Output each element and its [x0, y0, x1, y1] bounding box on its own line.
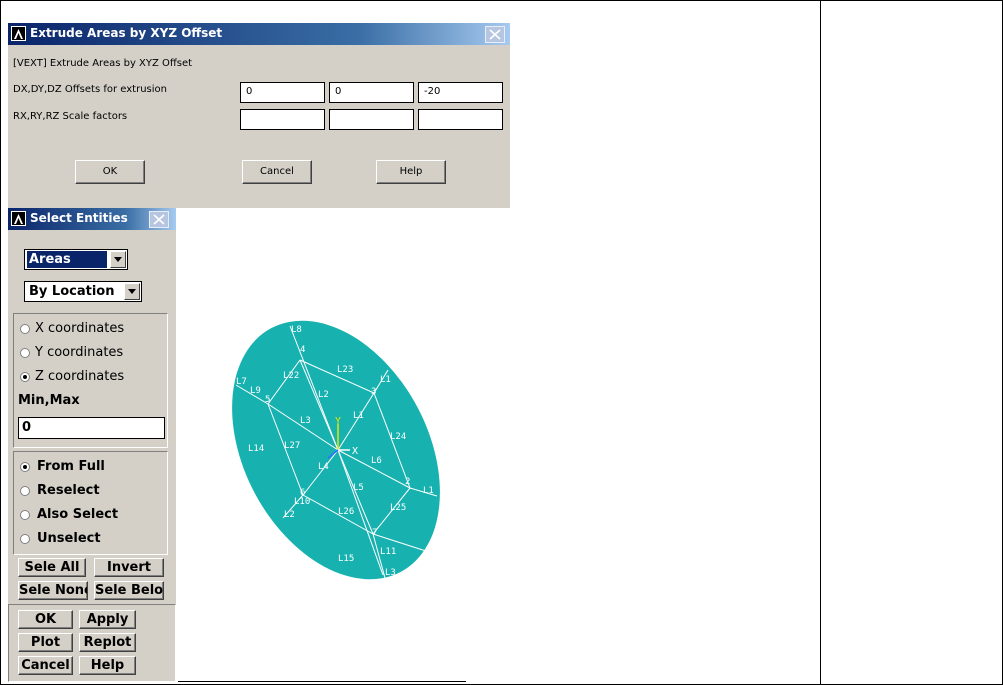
extruded-area-model[interactable]: [190, 285, 476, 615]
line-label: L22: [283, 371, 299, 381]
close-icon[interactable]: [149, 211, 169, 228]
dx-offset-field[interactable]: 0: [240, 82, 325, 103]
line-label: L11: [380, 547, 396, 557]
line-label: L6: [371, 456, 382, 466]
line-label: L15: [338, 554, 354, 564]
minmax-input[interactable]: 0: [18, 417, 165, 439]
line-label: 4: [300, 345, 305, 355]
y-coordinates-radio[interactable]: [20, 348, 30, 358]
extrude-dialog: Extrude Areas by XYZ Offset [VEXT] Extru…: [8, 23, 510, 208]
extrude-dialog-title: Extrude Areas by XYZ Offset: [30, 26, 223, 40]
line-label: 5: [265, 395, 270, 405]
graphics-bottom-rule: [178, 681, 466, 682]
also-select-radio[interactable]: [20, 510, 30, 520]
line-label: 7: [372, 528, 377, 538]
entity-type-value: Areas: [27, 251, 107, 268]
plot-button[interactable]: Plot: [18, 633, 73, 652]
line-label: L14: [248, 444, 264, 454]
line-label: L23: [337, 365, 353, 375]
y-coordinates-label[interactable]: Y coordinates: [35, 345, 123, 360]
chevron-down-icon[interactable]: [124, 283, 140, 300]
dz-offset-field[interactable]: -20: [418, 82, 503, 103]
line-label: L3: [300, 416, 311, 426]
rx-scale-field[interactable]: [240, 109, 325, 130]
line-label: L9: [250, 386, 261, 396]
line-label: L7: [236, 377, 247, 387]
frame-left-border: [0, 0, 1, 685]
select-entities-title: Select Entities: [30, 211, 128, 225]
line-label: 1: [425, 546, 430, 556]
ok-button[interactable]: OK: [18, 610, 73, 629]
extrude-dialog-titlebar[interactable]: Extrude Areas by XYZ Offset: [8, 23, 510, 45]
sele-none-button[interactable]: Sele None: [18, 581, 88, 600]
reselect-label[interactable]: Reselect: [37, 483, 100, 498]
line-label: L25: [390, 503, 406, 513]
help-button[interactable]: Help: [376, 160, 446, 184]
graphics-viewport: Y X L3 L84L22L23L1L95 L2 3L7L3 L1L24L14 L27L4…: [190, 285, 476, 615]
triad-x-label: X: [352, 446, 358, 457]
unselect-radio[interactable]: [20, 534, 30, 544]
line-label: L24: [390, 432, 406, 442]
line-label: L8: [291, 325, 302, 335]
line-label: L26: [338, 507, 354, 517]
dy-offset-field[interactable]: 0: [329, 82, 414, 103]
reselect-radio[interactable]: [20, 486, 30, 496]
line-label: 3: [371, 387, 376, 397]
minmax-label: Min,Max: [18, 393, 80, 408]
line-label: L1: [380, 375, 391, 385]
select-entities-titlebar[interactable]: Select Entities: [8, 208, 176, 230]
scale-label: RX,RY,RZ Scale factors: [13, 111, 128, 122]
select-entities-panel: Select Entities Areas By Location X coor…: [8, 208, 176, 682]
line-label: L5: [353, 483, 364, 493]
apply-button[interactable]: Apply: [79, 610, 136, 629]
rz-scale-field[interactable]: [418, 109, 503, 130]
x-coordinates-radio[interactable]: [20, 324, 30, 334]
from-full-radio[interactable]: [20, 462, 30, 472]
select-method-dropdown[interactable]: By Location: [24, 281, 142, 302]
offsets-label: DX,DY,DZ Offsets for extrusion: [13, 84, 167, 95]
z-coordinates-label[interactable]: Z coordinates: [35, 369, 124, 384]
line-label: L1: [353, 411, 364, 421]
sele-all-button[interactable]: Sele All: [18, 558, 86, 577]
line-label: L10: [294, 497, 310, 507]
line-label: L1: [423, 486, 434, 496]
cancel-button[interactable]: Cancel: [18, 656, 73, 675]
x-coordinates-label[interactable]: X coordinates: [35, 321, 124, 336]
line-label: L3: [385, 568, 396, 578]
line-label: 2: [405, 477, 410, 487]
z-coordinates-radio[interactable]: [20, 372, 30, 382]
line-label: L3: [254, 326, 265, 336]
selection-mode-group: From Full Reselect Also Select Unselect: [13, 451, 168, 555]
command-label: [VEXT] Extrude Areas by XYZ Offset: [13, 58, 193, 69]
ok-button[interactable]: OK: [75, 160, 145, 184]
sele-belo-button[interactable]: Sele Belo: [94, 581, 164, 600]
cancel-button[interactable]: Cancel: [242, 160, 312, 184]
coordinate-group: X coordinates Y coordinates Z coordinate…: [13, 313, 168, 448]
ansys-logo-icon: [11, 26, 26, 41]
frame-top-border: [0, 0, 1003, 1]
line-label: L2: [318, 390, 329, 400]
unselect-label[interactable]: Unselect: [37, 531, 101, 546]
chevron-down-icon[interactable]: [110, 251, 126, 268]
frame-column-divider: [820, 0, 821, 685]
line-label: L2: [284, 510, 295, 520]
from-full-label[interactable]: From Full: [37, 459, 105, 474]
ry-scale-field[interactable]: [329, 109, 414, 130]
line-label: L4: [318, 462, 329, 472]
invert-button[interactable]: Invert: [94, 558, 164, 577]
triad-y-label: Y: [335, 416, 341, 427]
select-method-value: By Location: [29, 284, 115, 299]
line-label: L27: [284, 441, 300, 451]
help-button[interactable]: Help: [79, 656, 136, 675]
entity-type-dropdown[interactable]: Areas: [24, 249, 128, 270]
close-icon[interactable]: [485, 26, 505, 43]
ansys-logo-icon: [11, 211, 26, 226]
also-select-label[interactable]: Also Select: [37, 507, 118, 522]
replot-button[interactable]: Replot: [79, 633, 136, 652]
